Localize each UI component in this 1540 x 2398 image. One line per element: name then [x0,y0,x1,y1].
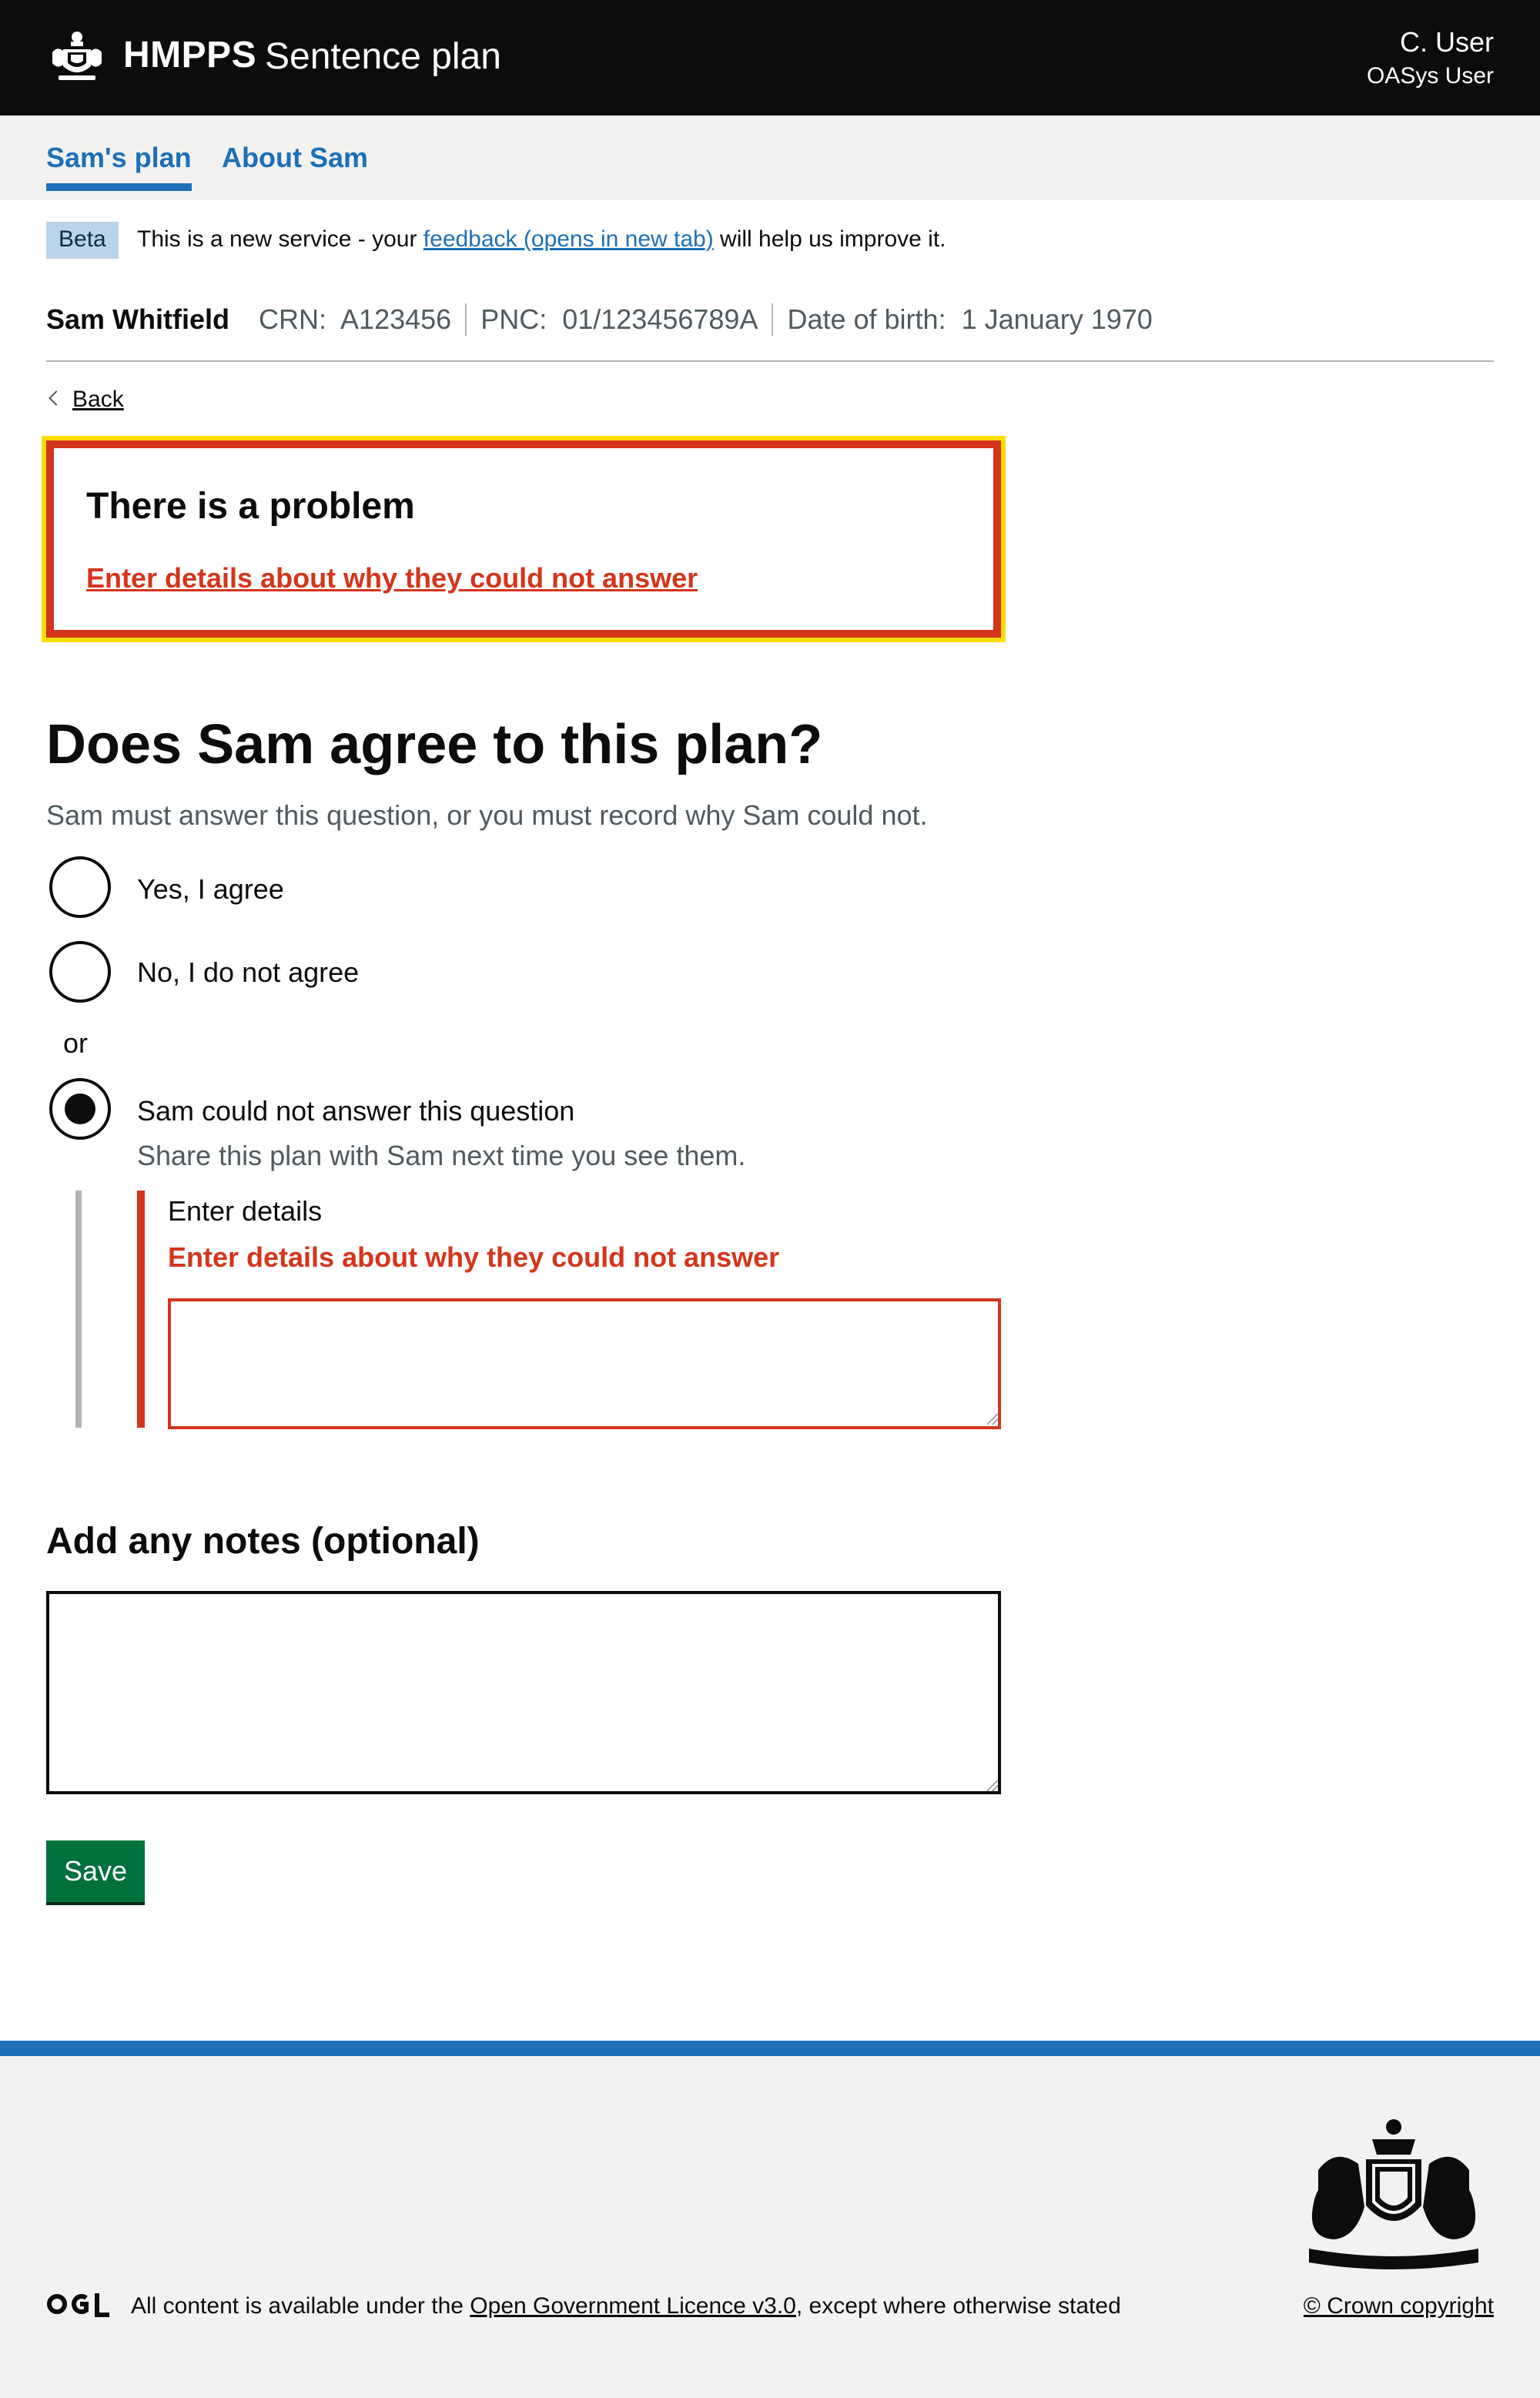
radio-checked-dot [65,1094,95,1124]
hmpps-brand[interactable]: HMPPS [123,34,256,76]
radio-could-not-answer[interactable] [49,1078,111,1140]
conditional-reveal-bar [75,1191,82,1428]
crn-detail: CRN: A123456 [259,303,465,336]
tab-sams-plan[interactable]: Sam's plan [46,142,192,191]
dob-value: 1 January 1970 [961,303,1153,335]
back-label: Back [72,387,124,412]
details-label: Enter details [168,1195,323,1227]
form-group-error-bar [137,1191,145,1428]
notes-textarea[interactable] [46,1591,1001,1794]
pnc-value: 01/123456789A [562,303,758,335]
service-name[interactable]: Sentence plan [265,35,501,78]
crn-value: A123456 [340,303,452,335]
pnc-label: PNC: [480,303,547,335]
section-divider [46,360,1494,362]
user-name: C. User [1399,26,1494,58]
beta-tag: Beta [46,222,119,259]
error-summary-link[interactable]: Enter details about why they could not a… [86,562,698,594]
notes-heading: Add any notes (optional) [46,1521,480,1562]
copyright: © Crown copyright [1304,2293,1494,2319]
tab-about-sam[interactable]: About Sam [222,142,368,174]
licence-link[interactable]: Open Government Licence v3.0 [470,2293,796,2319]
radio-no-disagree-label[interactable]: No, I do not agree [137,956,359,989]
crown-crest-icon [52,32,102,80]
radio-yes-agree[interactable] [49,856,111,918]
crn-label: CRN: [259,303,327,335]
page-title: Does Sam agree to this plan? [46,714,823,775]
licence-text: All content is available under the Open … [131,2293,1121,2319]
licence-text-before: All content is available under the [131,2293,464,2319]
error-summary: There is a problem Enter details about w… [46,440,1001,638]
primary-navigation: Sam's plan About Sam [0,116,1540,200]
royal-coat-of-arms-icon [1309,2119,1478,2269]
site-header: HMPPS Sentence plan C. User OASys User [0,0,1540,116]
details-textarea[interactable] [168,1298,1001,1429]
chevron-left-icon [49,390,64,406]
details-error-message: Enter details about why they could not a… [168,1241,780,1273]
licence-text-after: , except where otherwise stated [795,2293,1121,2319]
user-role: OASys User [1366,63,1494,89]
radio-could-not-answer-label[interactable]: Sam could not answer this question [137,1095,574,1127]
dob-label: Date of birth: [787,303,946,335]
resize-handle-icon[interactable] [987,1414,998,1425]
ogl-logo-icon [47,2293,109,2317]
radio-no-disagree[interactable] [49,941,111,1003]
person-summary: Sam Whitfield CRN: A123456 PNC: 01/12345… [46,303,1167,336]
save-button[interactable]: Save [46,1840,145,1902]
error-summary-title: There is a problem [86,486,415,527]
radio-divider: or [63,1027,89,1059]
radio-could-not-answer-hint: Share this plan with Sam next time you s… [137,1140,746,1171]
radio-yes-agree-label[interactable]: Yes, I agree [137,873,284,906]
phase-text-before: This is a new service - your [137,226,417,252]
back-link[interactable]: Back [46,387,124,413]
feedback-link[interactable]: feedback (opens in new tab) [424,226,714,252]
question-hint: Sam must answer this question, or you mu… [46,799,928,831]
dob-detail: Date of birth: 1 January 1970 [772,303,1166,336]
resize-handle-icon[interactable] [987,1780,998,1791]
person-name: Sam Whitfield [46,303,230,335]
pnc-detail: PNC: 01/123456789A [465,303,772,336]
phase-text-after: will help us improve it. [720,226,946,252]
crown-copyright-link[interactable]: © Crown copyright [1304,2293,1494,2319]
phase-banner-text: This is a new service - your feedback (o… [137,226,946,253]
